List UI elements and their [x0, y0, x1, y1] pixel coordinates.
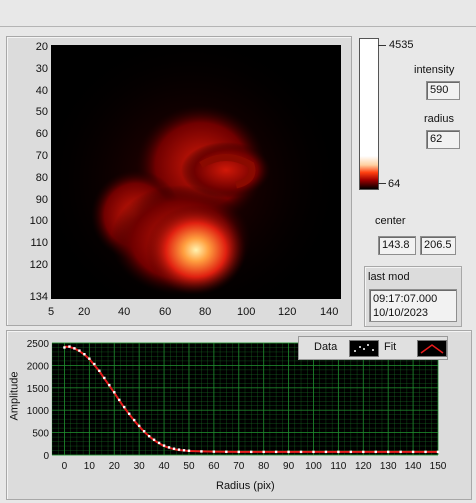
center-label: center: [375, 215, 406, 227]
image-y-tick-110: 110: [30, 237, 48, 250]
y-axis-label: Amplitude: [8, 371, 21, 421]
image-x-tick-40: 40: [118, 306, 131, 318]
image-y-tick-50: 50: [35, 106, 48, 119]
last-mod-date: 10/10/2023: [373, 307, 429, 319]
plot-legend[interactable]: Data Fit: [298, 336, 448, 360]
image-y-tick-20: 20: [35, 41, 48, 53]
colorbar-max-tick: [378, 45, 386, 46]
colorbar[interactable]: [359, 38, 379, 190]
image-y-tick-90: 90: [35, 193, 48, 206]
image-y-tick-60: 60: [35, 128, 48, 141]
legend-fit-swatch[interactable]: [417, 340, 447, 357]
colorbar-max-label: 4535: [389, 39, 414, 51]
image-y-tick-100: 100: [29, 215, 48, 228]
colorbar-min-label: 64: [388, 178, 401, 190]
intensity-label: intensity: [414, 64, 455, 76]
center-x-indicator[interactable]: 143.8: [378, 236, 416, 255]
top-toolbar: [0, 0, 476, 27]
intensity-indicator[interactable]: 590: [426, 81, 460, 100]
image-x-tick-140: 140: [320, 306, 339, 318]
legend-data-swatch[interactable]: [349, 340, 379, 357]
last-mod-label: last mod: [368, 271, 410, 283]
intensity-image[interactable]: [51, 45, 341, 299]
radius-label: radius: [424, 113, 454, 125]
fit-line-icon: [420, 344, 444, 354]
image-y-tick-120: 120: [29, 259, 48, 271]
image-x-tick-60: 60: [159, 306, 172, 318]
x-axis-label: Radius (pix): [216, 480, 275, 492]
image-y-tick-30: 30: [35, 62, 48, 75]
last-mod-time: 09:17:07.000: [373, 293, 438, 305]
last-mod-indicator[interactable]: 09:17:07.000 10/10/2023: [369, 289, 457, 322]
image-x-tick-20: 20: [78, 306, 91, 318]
radius-indicator[interactable]: 62: [426, 130, 460, 149]
image-y-tick-134: 134: [29, 291, 48, 303]
data-points-icon: [354, 344, 374, 352]
legend-data-label: Data: [314, 341, 338, 353]
colorbar-min-tick: [378, 183, 386, 184]
legend-fit-label: Fit: [384, 341, 397, 353]
image-x-tick-80: 80: [199, 306, 212, 318]
image-x-tick-120: 120: [278, 306, 297, 318]
beam-image-svg: [51, 45, 341, 299]
image-x-tick-100: 100: [237, 306, 256, 318]
center-y-indicator[interactable]: 206.5: [420, 236, 456, 255]
image-y-tick-70: 70: [35, 150, 48, 162]
image-y-tick-80: 80: [35, 171, 48, 184]
image-y-tick-40: 40: [35, 84, 48, 97]
image-x-tick-5: 5: [48, 306, 55, 318]
